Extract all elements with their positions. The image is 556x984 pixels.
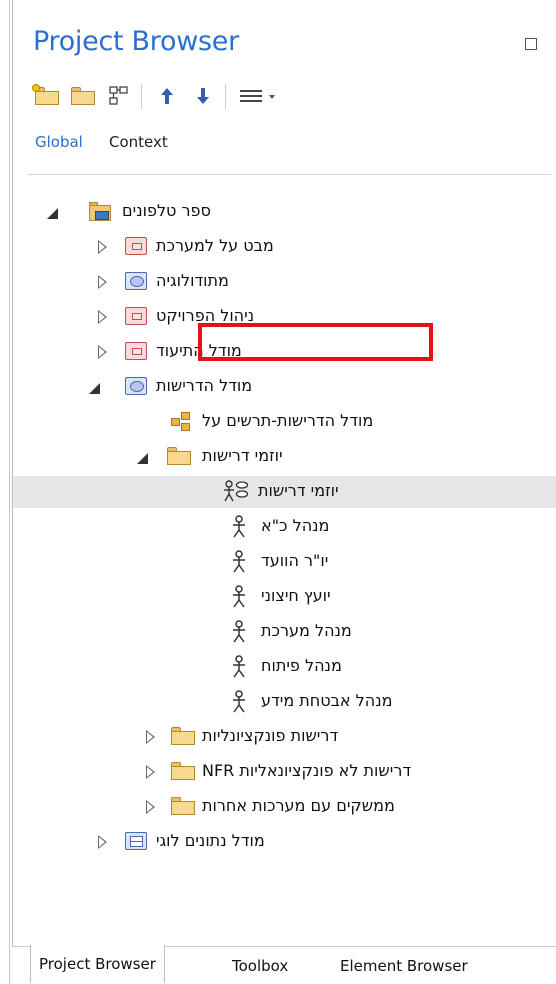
arrow-down-icon [197,88,209,104]
new-folder-button[interactable] [67,80,99,112]
move-down-button[interactable] [187,80,219,112]
package-view-icon [125,377,147,395]
package-icon [125,342,147,360]
package-data-icon [125,832,147,850]
tree-item-label: יו"ר הוועד [261,551,329,570]
diagram-icon [171,412,193,432]
tree-item-label: ספר טלפונים [122,201,211,220]
arrow-up-icon [161,88,173,104]
actor-icon [231,585,247,609]
new-model-icon [32,84,59,105]
tree-item-label: מנהל מערכת [261,621,352,640]
expand-triangle-icon[interactable] [98,310,107,324]
actor-icon [231,690,247,714]
folder-icon [167,447,191,467]
collapse-triangle-icon[interactable] [137,453,148,464]
expand-triangle-icon[interactable] [98,345,107,359]
tree-item[interactable]: יוזמי דרישות [13,441,556,473]
tree-item[interactable]: מבט על למערכת [13,231,556,263]
model-root-icon [89,202,113,222]
package-icon [125,307,147,325]
expand-triangle-icon[interactable] [146,730,155,744]
tree-item[interactable]: מנהל כ"א [13,511,556,543]
move-up-button[interactable] [151,80,183,112]
tab-project-browser[interactable]: Project Browser [30,945,165,983]
actor-icon [231,620,247,644]
expand-triangle-icon[interactable] [98,240,107,254]
tree-item[interactable]: מודל נתונים לוגי [13,826,556,858]
tree-item[interactable]: מנהל מערכת [13,616,556,648]
tree-item-label: מנהל פיתוח [261,656,342,675]
new-diagram-button[interactable] [103,80,135,112]
tree-item[interactable]: מתודולוגיה [13,266,556,298]
panel-title: Project Browser [33,26,239,57]
folder-icon [71,87,95,105]
tree-item-label: דרישות פונקציונליות [202,726,339,745]
tree-item[interactable]: מנהל אבטחת מידע [13,686,556,718]
folder-icon [171,762,195,782]
tree-item-label: יוזמי דרישות [202,446,283,465]
tree-item[interactable]: מודל הדרישות [13,371,556,403]
tree-item[interactable]: דרישות פונקציונליות [13,721,556,753]
tree-item-label: יוזמי דרישות [258,481,339,500]
tree-item-label: מודל הדרישות-תרשים על [202,411,374,430]
expand-triangle-icon[interactable] [98,835,107,849]
package-view-icon [125,272,147,290]
selection-highlight-box [198,323,433,361]
maximize-icon[interactable] [525,38,537,50]
toolbar-separator [141,84,142,110]
tree-item-label: מנהל אבטחת מידע [261,691,393,710]
new-model-button[interactable] [31,80,63,112]
hamburger-menu-icon [240,90,275,102]
tree-item-label: יועץ חיצוני [261,586,331,605]
use-case-diagram-icon [223,480,249,504]
tree-item-root[interactable]: ספר טלפונים [13,196,556,228]
tab-element-browser[interactable]: Element Browser [332,947,476,984]
expand-triangle-icon[interactable] [146,765,155,779]
menu-button[interactable] [237,80,283,112]
tree-item[interactable]: יו"ר הוועד [13,546,556,578]
tab-global[interactable]: Global [35,133,83,151]
bottom-tab-bar: Project Browser Toolbox Element Browser [12,945,556,984]
project-browser-panel: Project Browser Global Context ספר טלפונ… [12,0,556,984]
actor-icon [231,515,247,539]
tab-context[interactable]: Context [109,133,168,151]
tree-item-label: מודל הדרישות [156,376,253,395]
collapse-triangle-icon[interactable] [89,383,100,394]
actor-icon [231,550,247,574]
expand-triangle-icon[interactable] [98,275,107,289]
tree-item-label: דרישות לא פונקציונאליות NFR [202,761,412,780]
window-frame-left [0,0,10,984]
divider [27,174,551,175]
folder-icon [171,797,195,817]
tree-item-label: מתודולוגיה [156,271,229,290]
tree-item-label: מנהל כ"א [261,516,330,535]
tree-item[interactable]: יועץ חיצוני [13,581,556,613]
diagram-icon [109,86,128,105]
toolbar [31,80,551,116]
tree-item[interactable]: מנהל פיתוח [13,651,556,683]
tree-item-label: מבט על למערכת [156,236,274,255]
tree-item-label: מודל נתונים לוגי [156,831,265,850]
expand-triangle-icon[interactable] [146,800,155,814]
tree-item[interactable]: מודל הדרישות-תרשים על [13,406,556,438]
toolbar-separator [225,84,226,110]
tree-item[interactable]: ממשקים עם מערכות אחרות [13,791,556,823]
tree-item[interactable]: דרישות לא פונקציונאליות NFR [13,756,556,788]
collapse-triangle-icon[interactable] [47,208,58,219]
package-icon [125,237,147,255]
tree-item-selected[interactable]: יוזמי דרישות [13,476,556,508]
actor-icon [231,655,247,679]
folder-icon [171,727,195,747]
tree-item-label: ממשקים עם מערכות אחרות [202,796,395,815]
tab-toolbox[interactable]: Toolbox [224,947,296,984]
